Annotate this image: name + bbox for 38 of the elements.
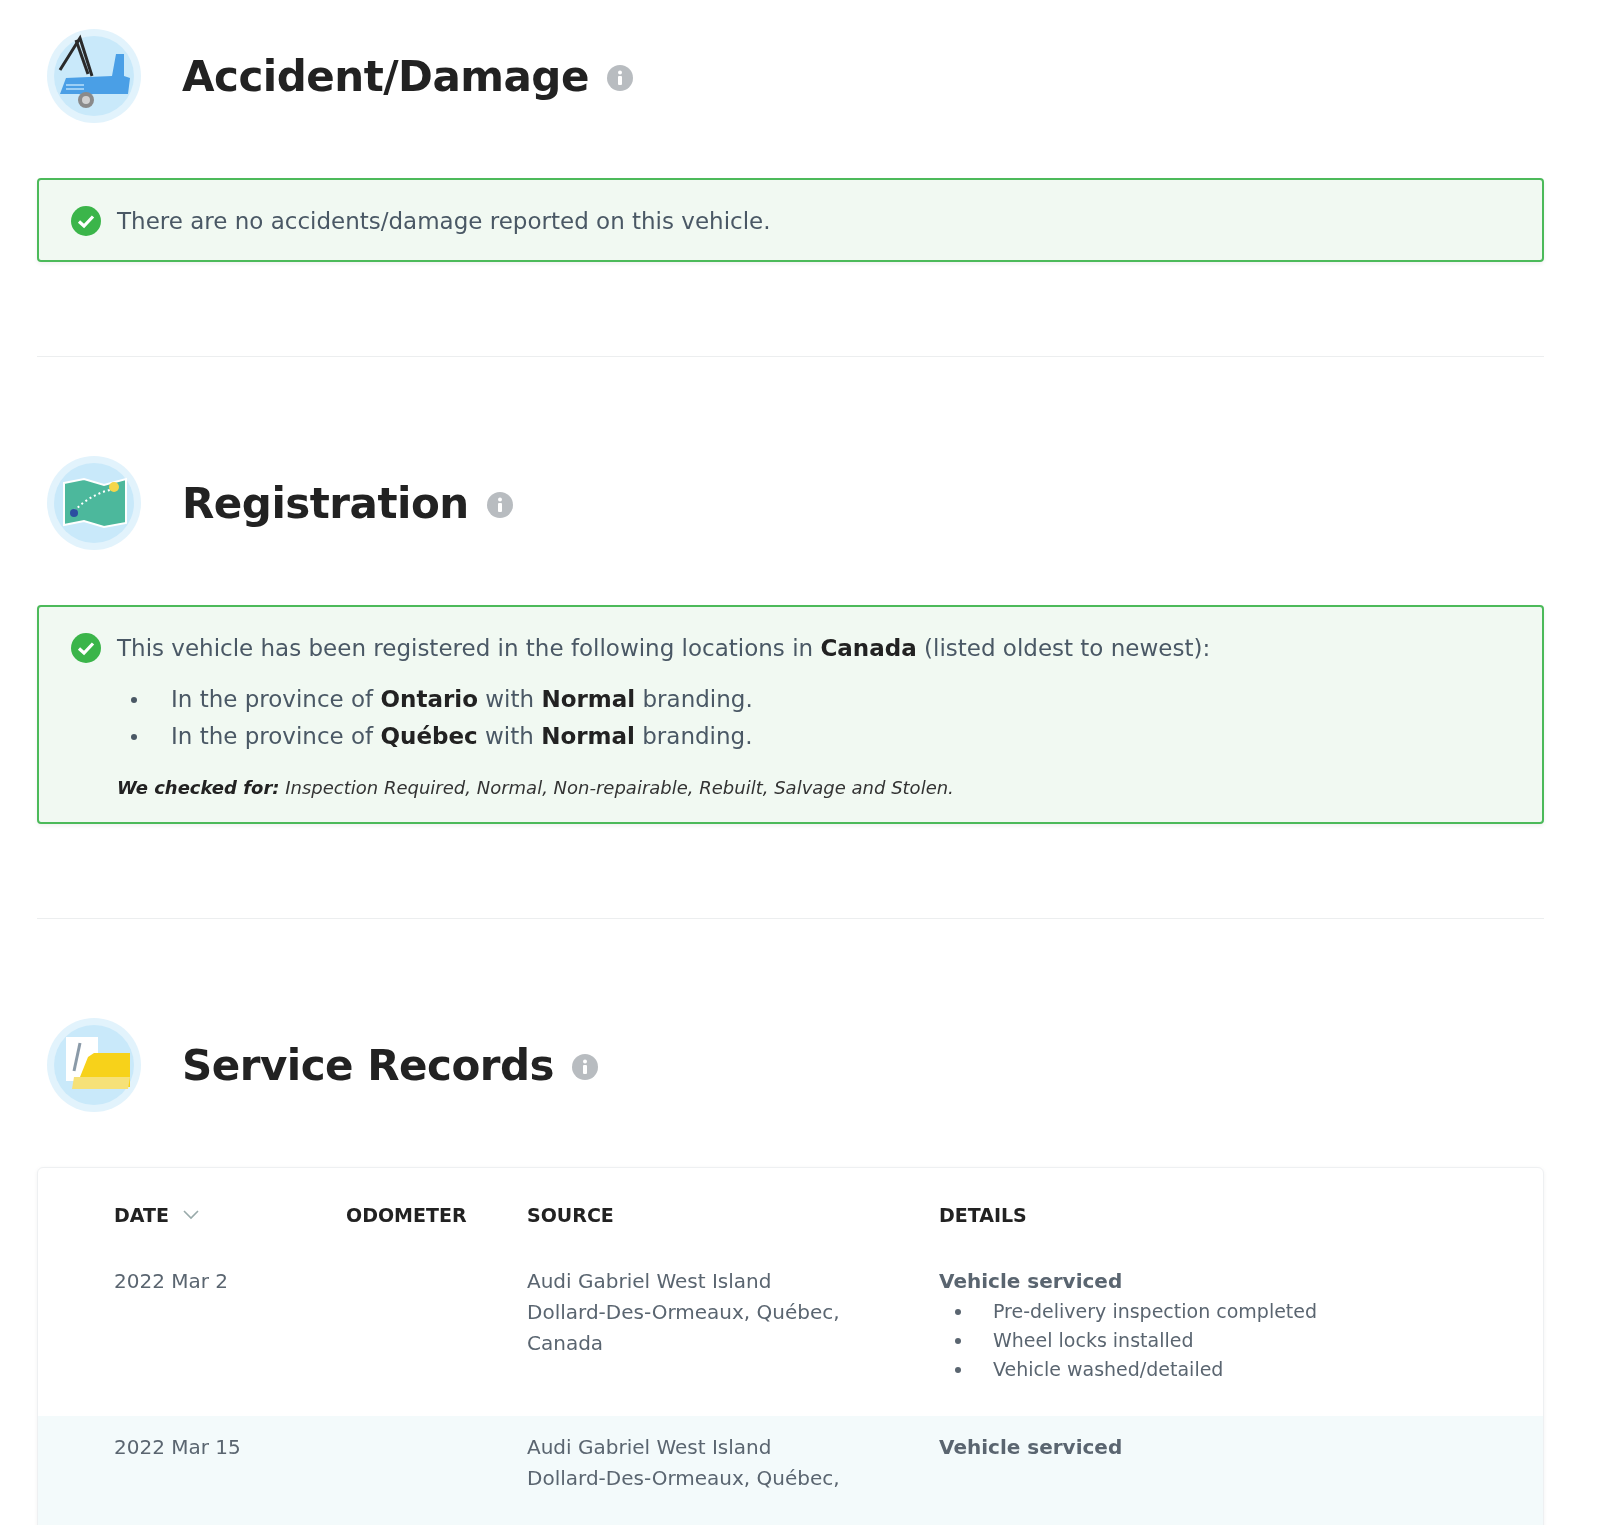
bullet-icon	[131, 733, 137, 740]
check-circle-icon	[71, 633, 101, 663]
info-icon[interactable]	[572, 1054, 599, 1080]
bullet-icon	[955, 1308, 961, 1315]
alert-message: This vehicle has been registered in the following locations in Canada (listed oldest to newest):	[117, 635, 1211, 661]
bullet-icon	[131, 696, 137, 703]
bullet-icon	[955, 1337, 961, 1344]
column-header[interactable]: ODOMETER	[346, 1204, 527, 1226]
section-title: Accident/Damage	[182, 51, 589, 101]
details-title: Vehicle serviced	[939, 1434, 1124, 1461]
tow-truck-icon	[46, 28, 142, 124]
date-cell-text: 2022 Mar 15	[114, 1434, 242, 1461]
details-title: Vehicle serviced	[939, 1268, 1124, 1295]
source-line: Audi Gabriel West Island	[527, 1268, 773, 1295]
source-line: Audi Gabriel West Island	[527, 1434, 773, 1461]
column-header[interactable]: SOURCE	[527, 1204, 939, 1226]
section-title: Service Records	[182, 1040, 555, 1090]
column-header[interactable]: DETAILS	[939, 1204, 1543, 1226]
detail-item: Pre-delivery inspection completed	[993, 1299, 1318, 1324]
check-circle-icon	[71, 206, 101, 236]
map-icon	[46, 455, 142, 551]
info-icon[interactable]	[486, 492, 513, 518]
date-cell-text: 2022 Mar 2	[114, 1268, 230, 1295]
source-line: Dollard-Des-Ormeaux, Québec,	[527, 1299, 841, 1326]
column-header[interactable]: DATE	[114, 1204, 346, 1226]
location-item: In the province of Ontario with Normal branding.	[171, 685, 753, 714]
detail-item: Wheel locks installed	[993, 1328, 1194, 1353]
section-title: Registration	[182, 478, 469, 528]
info-icon[interactable]	[606, 65, 633, 91]
source-line: Dollard-Des-Ormeaux, Québec,	[527, 1465, 841, 1492]
folder-icon	[46, 1017, 142, 1113]
checked-for-note: We checked for: Inspection Required, Normal, Non-repairable, Rebuilt, Salvage and Stolen.	[117, 777, 955, 798]
location-item: In the province of Québec with Normal branding.	[171, 722, 753, 751]
chevron-down-icon[interactable]	[182, 1210, 199, 1220]
alert-message: There are no accidents/damage reported on this vehicle.	[117, 208, 771, 234]
bullet-icon	[955, 1366, 961, 1373]
source-line: Canada	[527, 1330, 605, 1357]
detail-item: Vehicle washed/detailed	[993, 1357, 1224, 1382]
